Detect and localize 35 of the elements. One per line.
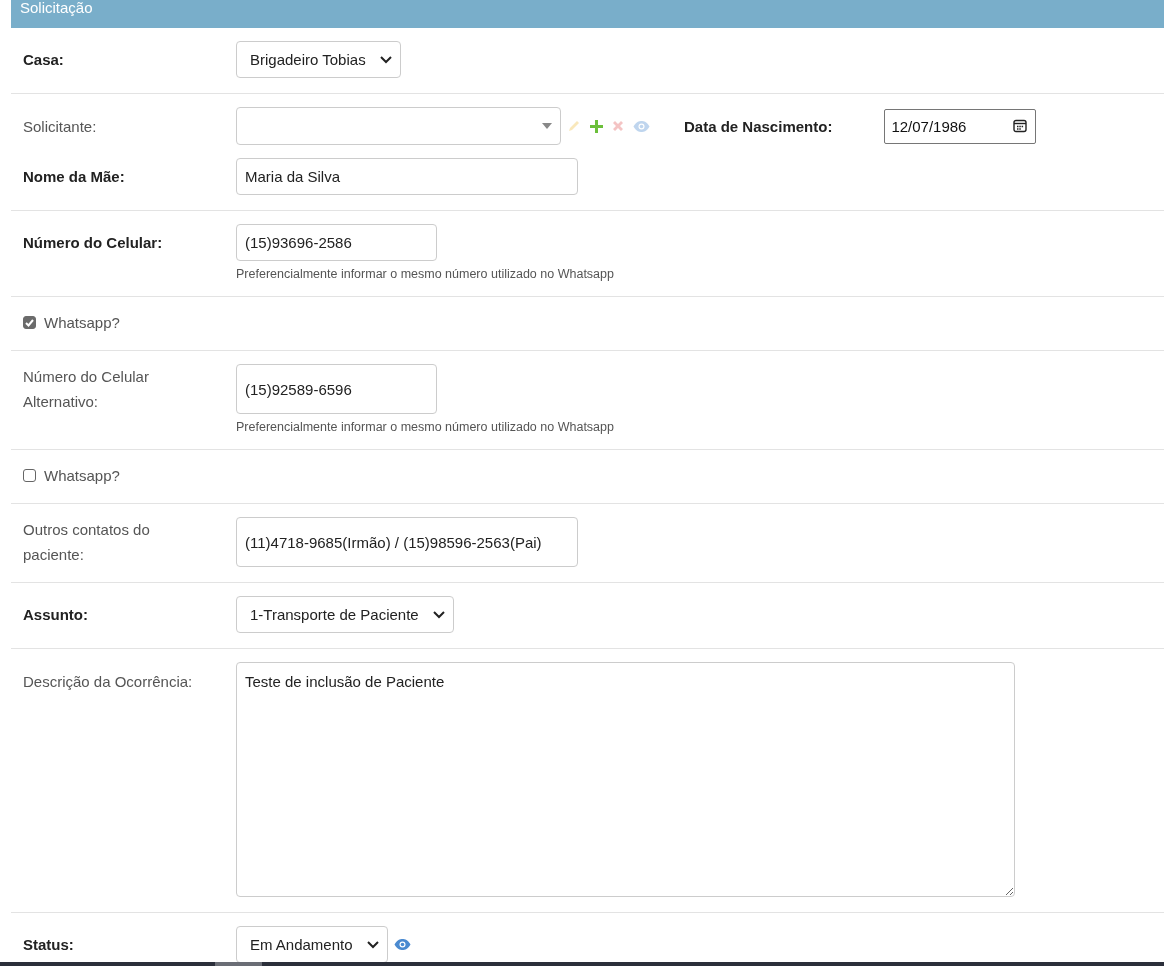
field-label: Descrição da Ocorrência:: [23, 672, 194, 692]
text-area[interactable]: Teste de inclusão de Paciente: [236, 662, 1015, 897]
field-label: Assunto:: [23, 605, 89, 625]
field-label: Número do Celular:: [23, 233, 164, 253]
horizontal-scrollbar[interactable]: [0, 962, 1164, 966]
chevron-icon: [432, 610, 445, 619]
chevron-icon: [366, 940, 379, 949]
checkbox[interactable]: [23, 316, 36, 329]
input-field[interactable]: (15)92589-6596: [236, 364, 437, 414]
dropdown[interactable]: Brigadeiro Tobias: [236, 41, 401, 78]
input-field[interactable]: (15)93696-2586: [236, 224, 437, 261]
checkbox-label: Whatsapp?: [44, 467, 120, 484]
eye-icon[interactable]: [393, 939, 411, 950]
input-field[interactable]: Maria da Silva: [236, 158, 578, 195]
field-label: Casa:: [23, 50, 65, 70]
calendar-icon[interactable]: [1013, 119, 1028, 133]
checkbox[interactable]: [23, 469, 36, 482]
field-label: Data de Nascimento:: [684, 117, 833, 135]
field-label: Nome da Mãe:: [23, 167, 126, 187]
section-title: Solicitação: [20, 0, 93, 17]
help-text: Preferencialmente informar o mesmo número utilizado no Whatsapp: [236, 420, 615, 434]
field-label: Solicitante:: [23, 116, 98, 137]
checkbox-label: Whatsapp?: [44, 314, 120, 331]
field-label: Número do Celular Alternativo:: [23, 367, 150, 412]
dropdown[interactable]: [236, 107, 561, 145]
dropdown[interactable]: 1-Transporte de Paciente: [236, 596, 454, 633]
caret-icon: [542, 123, 552, 129]
chevron-icon: [379, 55, 392, 64]
plus-icon[interactable]: [590, 119, 603, 133]
dropdown[interactable]: Em Andamento: [236, 926, 388, 963]
help-text: Preferencialmente informar o mesmo número utilizado no Whatsapp: [236, 267, 615, 281]
input-field[interactable]: (11)4718-9685(Irmão) / (15)98596-2563(Pai): [236, 517, 578, 567]
field-label: Status:: [23, 935, 75, 955]
field-label: Outros contatos do paciente:: [23, 520, 151, 565]
date-field[interactable]: 12/07/1986: [884, 108, 1037, 144]
